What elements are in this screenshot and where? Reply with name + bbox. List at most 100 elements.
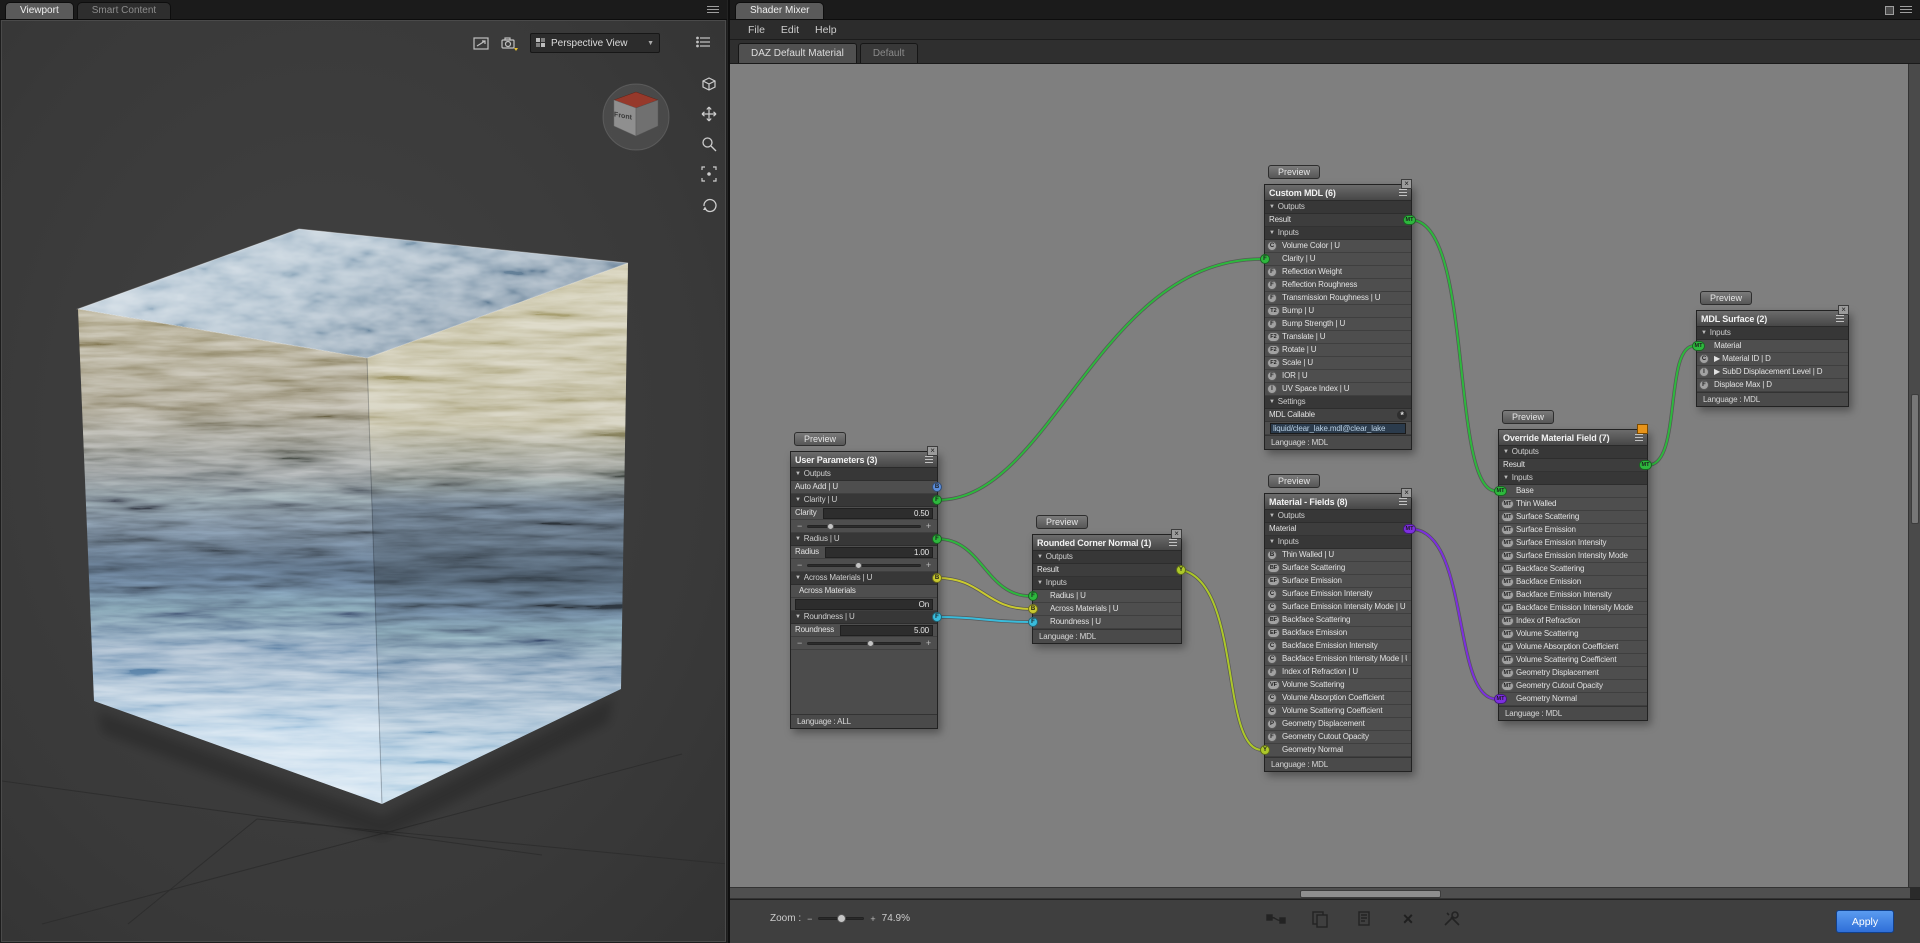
input-port[interactable]: T2 bbox=[1267, 306, 1280, 316]
section-header[interactable]: ▼ Outputs bbox=[791, 468, 937, 481]
warning-icon[interactable] bbox=[1637, 424, 1648, 434]
aspect-frame-icon[interactable] bbox=[472, 35, 490, 51]
zoom-in-button[interactable]: + bbox=[870, 914, 875, 924]
node-options-icon[interactable] bbox=[1399, 189, 1407, 196]
export-block-icon[interactable] bbox=[1353, 908, 1375, 930]
close-node-icon[interactable]: × bbox=[1401, 488, 1412, 498]
input-port[interactable]: MT bbox=[1494, 694, 1507, 704]
input-port[interactable]: MT bbox=[1501, 681, 1514, 691]
delete-node-icon[interactable]: × bbox=[1397, 908, 1419, 930]
input-row[interactable]: VF Volume Scattering bbox=[1265, 679, 1411, 692]
section-header[interactable]: ▼ Inputs bbox=[1265, 536, 1411, 549]
input-port[interactable]: MT bbox=[1501, 538, 1514, 548]
input-port[interactable]: EF bbox=[1267, 576, 1280, 586]
input-row[interactable]: BF Backface Scattering bbox=[1265, 614, 1411, 627]
input-port[interactable]: C bbox=[1267, 589, 1277, 599]
input-row[interactable]: F Reflection Roughness bbox=[1265, 279, 1411, 292]
input-port[interactable]: B bbox=[1267, 550, 1277, 560]
input-row[interactable]: F IOR | U bbox=[1265, 370, 1411, 383]
preview-button[interactable]: Preview bbox=[1036, 515, 1089, 529]
node-title[interactable]: Override Material Field (7) bbox=[1499, 430, 1647, 446]
wire[interactable] bbox=[1411, 219, 1497, 492]
param-header[interactable]: ▼ Clarity | UF bbox=[791, 494, 942, 507]
param-header[interactable]: ▼ Across Materials | UB bbox=[791, 572, 942, 585]
gear-icon[interactable]: * bbox=[1397, 410, 1407, 420]
section-header[interactable]: ▼ Inputs bbox=[1265, 227, 1411, 240]
input-row[interactable]: MT Thin Walled bbox=[1499, 498, 1647, 511]
wire[interactable] bbox=[937, 258, 1263, 501]
customize-tools-icon[interactable] bbox=[1441, 908, 1463, 930]
input-port[interactable]: C bbox=[1267, 654, 1277, 664]
camera-view-select[interactable]: Perspective View ▼ bbox=[530, 33, 660, 53]
node-user-parameters[interactable]: Preview × User Parameters (3) ▼ Outputs Auto … bbox=[790, 432, 942, 729]
output-port[interactable]: Y bbox=[1176, 565, 1186, 575]
node-rounded-corner-normal[interactable]: Preview × Rounded Corner Normal (1) ▼ Output… bbox=[1028, 515, 1186, 644]
input-port[interactable]: C bbox=[1267, 693, 1277, 703]
tab-default[interactable]: Default bbox=[859, 43, 918, 63]
tab-smart-content[interactable]: Smart Content bbox=[76, 2, 172, 19]
input-row[interactable]: F Reflection Weight bbox=[1265, 266, 1411, 279]
wire[interactable] bbox=[936, 257, 1264, 502]
input-row[interactable]: EF Backface Emission bbox=[1265, 627, 1411, 640]
output-port[interactable]: MT bbox=[1403, 215, 1416, 225]
input-row[interactable]: MT Material bbox=[1692, 340, 1848, 353]
input-port[interactable]: I bbox=[1267, 384, 1277, 394]
slider-plus[interactable]: + bbox=[926, 637, 931, 649]
zoom-slider[interactable] bbox=[818, 914, 865, 923]
input-row[interactable]: BF Surface Scattering bbox=[1265, 562, 1411, 575]
slider-track[interactable] bbox=[807, 639, 921, 647]
rotate-view-icon[interactable] bbox=[698, 193, 720, 215]
input-port[interactable]: C bbox=[1267, 602, 1277, 612]
section-header[interactable]: ▼ Inputs bbox=[1499, 472, 1647, 485]
section-header[interactable]: ▼ Outputs bbox=[1265, 510, 1411, 523]
wire[interactable] bbox=[937, 538, 1031, 597]
input-port[interactable]: F bbox=[1267, 280, 1277, 290]
input-port[interactable]: F bbox=[1267, 667, 1277, 677]
viewport-3d[interactable]: Perspective View ▼ Front bbox=[1, 20, 726, 942]
input-row[interactable]: MT Surface Scattering bbox=[1499, 511, 1647, 524]
input-port[interactable]: MT bbox=[1501, 551, 1514, 561]
input-row[interactable]: MT Base bbox=[1494, 485, 1647, 498]
input-port[interactable]: MT bbox=[1501, 499, 1514, 509]
input-row[interactable]: C Volume Scattering Coefficient bbox=[1265, 705, 1411, 718]
input-port[interactable]: BF bbox=[1267, 615, 1280, 625]
slider-plus[interactable]: + bbox=[926, 559, 931, 571]
node-options-icon[interactable] bbox=[1399, 498, 1407, 505]
value-field[interactable]: 5.00 bbox=[840, 624, 933, 636]
setting-row[interactable]: MDL Callable * bbox=[1265, 409, 1411, 422]
input-row[interactable]: MT Volume Scattering bbox=[1499, 628, 1647, 641]
input-port[interactable]: MT bbox=[1501, 616, 1514, 626]
input-port[interactable]: VF bbox=[1267, 680, 1280, 690]
node-title[interactable]: Custom MDL (6) bbox=[1265, 185, 1411, 201]
input-row[interactable]: F Bump Strength | U bbox=[1265, 318, 1411, 331]
horizontal-scrollbar[interactable] bbox=[730, 887, 1910, 899]
slider-knob[interactable] bbox=[827, 522, 835, 530]
field-row[interactable]: liquid/clear_lake.mdl@clear_lake bbox=[1265, 422, 1411, 435]
section-header[interactable]: ▼ Inputs bbox=[1697, 327, 1848, 340]
slider-track[interactable] bbox=[807, 522, 921, 530]
vscroll-thumb[interactable] bbox=[1911, 394, 1919, 524]
hscroll-thumb[interactable] bbox=[1300, 890, 1441, 898]
value-field[interactable]: On bbox=[795, 598, 933, 610]
input-row[interactable]: MT Surface Emission Intensity Mode bbox=[1499, 550, 1647, 563]
node-custom-mdl[interactable]: Preview × Custom MDL (6) ▼ Outputs Result MT ▼ I… bbox=[1260, 165, 1416, 450]
input-port[interactable]: MT bbox=[1501, 629, 1514, 639]
menu-edit[interactable]: Edit bbox=[773, 24, 807, 36]
input-row[interactable]: MT Geometry Normal bbox=[1494, 693, 1647, 706]
slider-row[interactable]: − + bbox=[791, 637, 937, 650]
input-row[interactable]: F Transmission Roughness | U bbox=[1265, 292, 1411, 305]
input-port[interactable]: C bbox=[1267, 641, 1277, 651]
value-row[interactable]: On bbox=[791, 598, 937, 611]
camera-icon[interactable] bbox=[500, 35, 520, 52]
input-port[interactable]: F bbox=[1699, 380, 1709, 390]
wire[interactable] bbox=[1411, 528, 1497, 700]
apply-button[interactable]: Apply bbox=[1836, 910, 1894, 933]
input-row[interactable]: MT Backface Emission bbox=[1499, 576, 1647, 589]
preview-button[interactable]: Preview bbox=[1268, 165, 1321, 179]
input-port[interactable]: MT bbox=[1501, 603, 1514, 613]
pan-icon[interactable] bbox=[698, 103, 720, 125]
input-row[interactable]: C Backface Emission Intensity bbox=[1265, 640, 1411, 653]
wire[interactable] bbox=[1410, 218, 1498, 493]
preview-button[interactable]: Preview bbox=[1502, 410, 1555, 424]
input-row[interactable]: F Roundness | U bbox=[1028, 616, 1181, 629]
